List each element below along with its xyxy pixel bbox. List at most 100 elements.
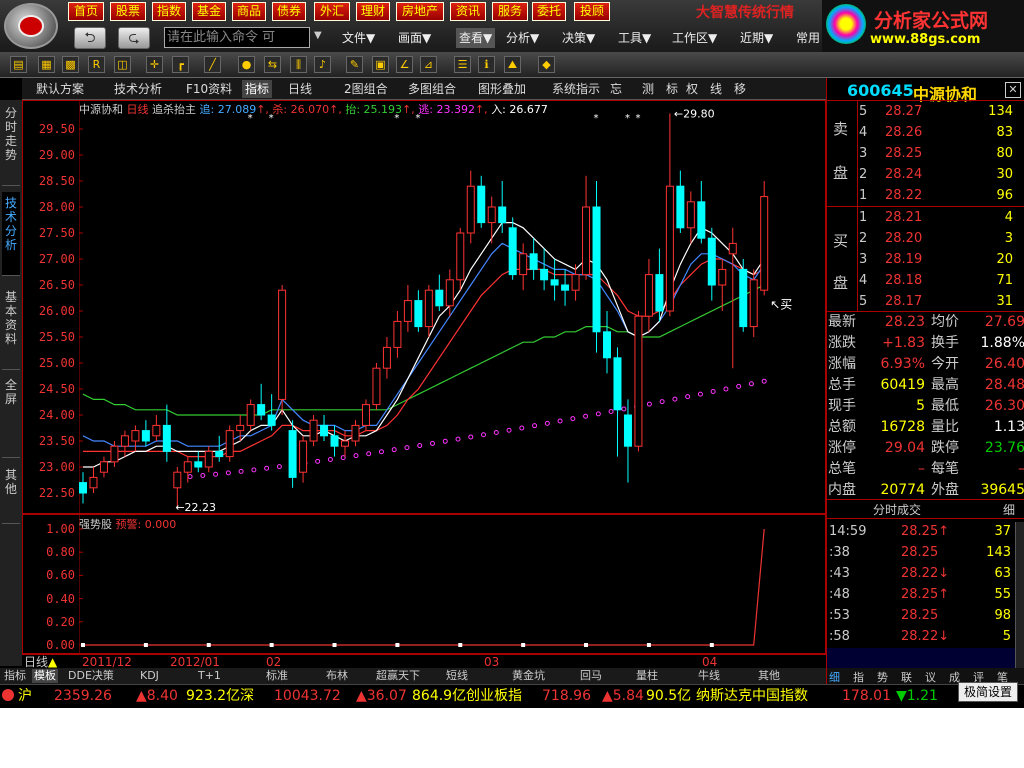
menu-item[interactable]: 工作区▼ bbox=[672, 28, 717, 48]
bottom-tab[interactable]: 回马 bbox=[580, 669, 602, 683]
nav-button[interactable]: 理财 bbox=[356, 2, 390, 21]
ticks-detail-tab[interactable]: 细 bbox=[1003, 501, 1015, 518]
ask-row[interactable]: 1 28.22 96 bbox=[859, 185, 1024, 206]
edit-icon[interactable]: ✎ bbox=[346, 56, 363, 73]
bottom-tab[interactable]: 标准 bbox=[266, 669, 288, 683]
chart-tab[interactable]: 技术分析 bbox=[114, 80, 162, 98]
candlestick-chart[interactable]: * * * * * * * ←29.80 ←22.23 ↖买 bbox=[79, 101, 825, 513]
app-logo-icon[interactable] bbox=[4, 3, 58, 49]
nav-button[interactable]: 基金 bbox=[192, 2, 226, 21]
bottom-tab[interactable]: 布林 bbox=[326, 669, 348, 683]
dropdown-icon[interactable]: ▼ bbox=[314, 30, 322, 41]
sub-chart[interactable]: 强势股 预警: 0.000 1.00 0.80 0.60 0.40 0.20 0.00 bbox=[22, 514, 826, 654]
panel-tab[interactable]: 议 bbox=[925, 669, 936, 685]
chart-tab[interactable]: F10资料 bbox=[186, 80, 232, 98]
ticks-scrollbar[interactable] bbox=[1015, 522, 1024, 668]
chart-tab[interactable]: 线 bbox=[710, 80, 722, 98]
grid-icon[interactable]: ▩ bbox=[62, 56, 79, 73]
bottom-tab[interactable]: 超赢天下 bbox=[376, 669, 420, 683]
main-chart[interactable]: 中源协和 日线 追杀抬主 追: 27.089↑, 杀: 26.070↑, 抬: … bbox=[22, 100, 826, 514]
ask-row[interactable]: 5 28.27 134 bbox=[859, 101, 1024, 122]
nav-button[interactable]: 外汇 bbox=[314, 2, 350, 21]
split-icon[interactable]: ⇆ bbox=[264, 56, 281, 73]
nav-button[interactable]: 商品 bbox=[232, 2, 266, 21]
rsi-icon[interactable]: R bbox=[88, 56, 105, 73]
nav-button[interactable]: 委托 bbox=[532, 2, 566, 21]
nav-button[interactable]: 资讯 bbox=[450, 2, 486, 21]
menu-item[interactable]: 决策▼ bbox=[562, 28, 595, 48]
bottom-tab[interactable]: 量柱 bbox=[636, 669, 658, 683]
nav-button[interactable]: 股票 bbox=[110, 2, 146, 21]
menu-item[interactable]: 工具▼ bbox=[618, 28, 651, 48]
window-icon[interactable]: ◫ bbox=[114, 56, 131, 73]
chart-tab[interactable]: 系统指示 bbox=[552, 80, 600, 98]
forward-icon[interactable]: ⮎ bbox=[118, 27, 150, 49]
measure-icon[interactable]: ⊿ bbox=[420, 56, 437, 73]
ask-row[interactable]: 3 28.25 80 bbox=[859, 143, 1024, 164]
bottom-tab[interactable]: KDJ bbox=[140, 669, 159, 683]
bar-icon[interactable]: ⫼ bbox=[290, 56, 307, 73]
info-icon[interactable]: ℹ bbox=[478, 56, 495, 73]
bell-icon[interactable]: ♪ bbox=[314, 56, 331, 73]
indicator-chart[interactable] bbox=[79, 515, 825, 653]
list-icon[interactable]: ☰ bbox=[454, 56, 471, 73]
bottom-tab[interactable]: 指标 bbox=[4, 669, 26, 683]
menu-item[interactable]: 常用 bbox=[796, 28, 820, 48]
bottom-tab[interactable]: 短线 bbox=[446, 669, 468, 683]
chart-tab[interactable]: 权 bbox=[686, 80, 698, 98]
chart-tab[interactable]: 图形叠加 bbox=[478, 80, 526, 98]
angle-icon[interactable]: ∠ bbox=[396, 56, 413, 73]
ask-row[interactable]: 2 28.24 30 bbox=[859, 164, 1024, 185]
chart-tab[interactable]: 测 bbox=[642, 80, 654, 98]
chart-tab[interactable]: 标 bbox=[666, 80, 678, 98]
menu-item[interactable]: 分析▼ bbox=[506, 28, 539, 48]
chart-icon[interactable]: ▦ bbox=[38, 56, 55, 73]
bid-row[interactable]: 3 28.19 20 bbox=[859, 249, 1024, 270]
left-tab[interactable]: 其他 bbox=[2, 464, 20, 524]
left-tab[interactable]: 分时走势 bbox=[2, 102, 20, 186]
close-icon[interactable]: ✕ bbox=[1005, 82, 1021, 98]
panel-tab[interactable]: 势 bbox=[877, 669, 888, 685]
bottom-tab[interactable]: 牛线 bbox=[698, 669, 720, 683]
nav-button[interactable]: 债券 bbox=[272, 2, 306, 21]
chart-tab[interactable]: 忘 bbox=[610, 80, 622, 98]
bottom-tab[interactable]: 模板 bbox=[32, 669, 58, 683]
bottom-tab[interactable]: 黄金坑 bbox=[512, 669, 545, 683]
chart-tab[interactable]: 日线 bbox=[288, 80, 312, 98]
panel-tab[interactable]: 细 bbox=[829, 669, 840, 685]
bid-row[interactable]: 4 28.18 71 bbox=[859, 270, 1024, 291]
panel-tab[interactable]: 指 bbox=[853, 669, 864, 685]
diamond-icon[interactable]: ◆ bbox=[538, 56, 555, 73]
draw-icon[interactable]: ╱ bbox=[204, 56, 221, 73]
nav-button[interactable]: 指数 bbox=[152, 2, 186, 21]
menu-item[interactable]: 画面▼ bbox=[398, 28, 431, 48]
menu-item[interactable]: 文件▼ bbox=[342, 28, 375, 48]
panel-tab[interactable]: 联 bbox=[901, 669, 912, 685]
triangle-icon[interactable]: ▲ bbox=[48, 655, 57, 669]
back-icon[interactable]: ⮌ bbox=[74, 27, 106, 49]
bottom-tab[interactable]: DDE决策 bbox=[68, 669, 114, 683]
left-tab[interactable]: 技术分析 bbox=[2, 192, 20, 276]
color-icon[interactable]: ● bbox=[238, 56, 255, 73]
bid-row[interactable]: 5 28.17 31 bbox=[859, 291, 1024, 312]
chart-tab[interactable]: 默认方案 bbox=[36, 80, 84, 98]
bottom-tab[interactable]: 其他 bbox=[758, 669, 780, 683]
bid-row[interactable]: 1 28.21 4 bbox=[859, 207, 1024, 228]
chart-tab[interactable]: 移 bbox=[734, 80, 746, 98]
chart-tab[interactable]: 指标 bbox=[242, 80, 273, 98]
period-label[interactable]: 日线 bbox=[24, 655, 48, 669]
menu-item[interactable]: 查看▼ bbox=[456, 28, 496, 48]
left-tab[interactable]: 基本资料 bbox=[2, 286, 20, 370]
ask-row[interactable]: 4 28.26 83 bbox=[859, 122, 1024, 143]
nav-button[interactable]: 首页 bbox=[68, 2, 104, 21]
chart-tab[interactable]: 2图组合 bbox=[344, 80, 388, 98]
nav-button[interactable]: 房地产 bbox=[396, 2, 444, 21]
pin-icon[interactable]: ┏ bbox=[172, 56, 189, 73]
bottom-tab[interactable]: T+1 bbox=[198, 669, 221, 683]
left-tab[interactable]: 全屏 bbox=[2, 374, 20, 458]
folder-icon[interactable]: ▤ bbox=[10, 56, 27, 73]
command-input[interactable]: 请在此输入命令 可 bbox=[164, 27, 310, 48]
menu-item[interactable]: 近期▼ bbox=[740, 28, 773, 48]
crosshair-icon[interactable]: ✛ bbox=[146, 56, 163, 73]
bid-row[interactable]: 2 28.20 3 bbox=[859, 228, 1024, 249]
